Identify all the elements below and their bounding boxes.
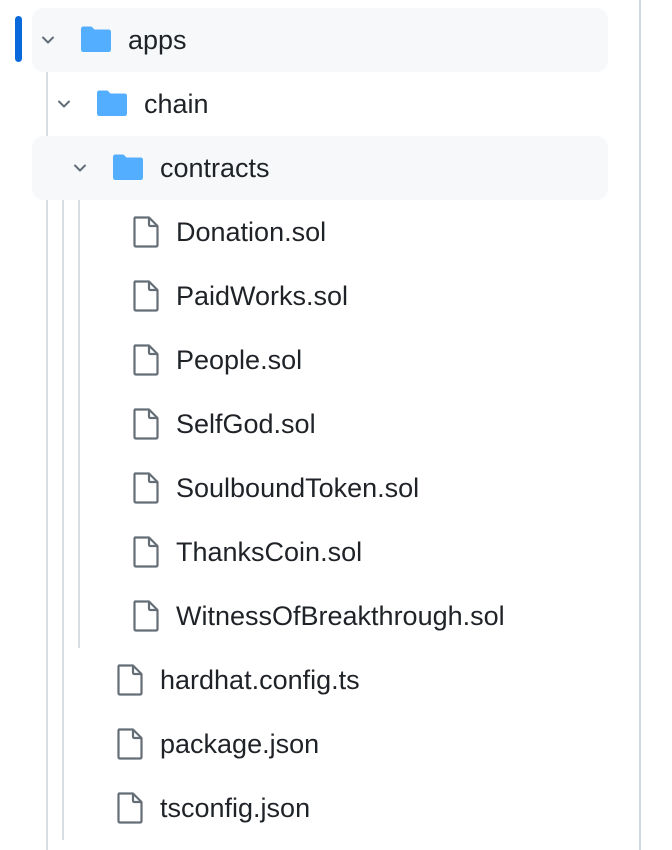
tree-item-contracts[interactable]: contracts (32, 136, 608, 200)
file-icon (133, 344, 159, 376)
file-icon (117, 664, 143, 696)
tree-item-file[interactable]: tsconfig.json (64, 776, 608, 840)
panel-divider[interactable] (639, 0, 641, 850)
tree-item-label: SelfGod.sol (176, 409, 316, 439)
tree-item-label: SoulboundToken.sol (176, 473, 420, 503)
file-icon (133, 408, 159, 440)
tree-item-file[interactable]: package.json (64, 712, 608, 776)
tree-item-chain[interactable]: chain (48, 72, 608, 136)
file-icon (133, 536, 159, 568)
tree-item-label: apps (128, 25, 187, 55)
tree-item-file[interactable]: ThanksCoin.sol (80, 520, 608, 584)
folder-icon (97, 90, 127, 116)
tree-item-label: WitnessOfBreakthrough.sol (176, 601, 505, 631)
file-tree: apps chain contracts Donation.sol PaidWo… (0, 0, 672, 850)
tree-item-label: tsconfig.json (160, 793, 311, 823)
file-icon (117, 792, 143, 824)
chevron-down-icon[interactable] (54, 94, 74, 114)
chevron-down-icon[interactable] (70, 158, 90, 178)
tree-item-file[interactable]: SelfGod.sol (80, 392, 608, 456)
tree-item-file[interactable]: Donation.sol (80, 200, 608, 264)
file-icon (133, 600, 159, 632)
chevron-down-icon[interactable] (38, 30, 58, 50)
tree-item-label: Donation.sol (176, 217, 327, 247)
tree-item-label: ThanksCoin.sol (176, 537, 363, 567)
file-icon (133, 216, 159, 248)
tree-item-apps[interactable]: apps (32, 8, 608, 72)
folder-icon (81, 26, 111, 52)
tree-item-label: package.json (160, 729, 320, 759)
file-icon (117, 728, 143, 760)
tree-item-label: People.sol (176, 345, 303, 375)
tree-item-file[interactable]: SoulboundToken.sol (80, 456, 608, 520)
tree-item-file[interactable]: People.sol (80, 328, 608, 392)
tree-item-label: hardhat.config.ts (160, 665, 360, 695)
tree-item-file[interactable]: PaidWorks.sol (80, 264, 608, 328)
active-item-indicator (15, 16, 22, 62)
file-icon (133, 472, 159, 504)
tree-item-label: chain (144, 89, 209, 119)
tree-item-file[interactable]: hardhat.config.ts (64, 648, 608, 712)
folder-icon (113, 154, 143, 180)
tree-item-file[interactable]: WitnessOfBreakthrough.sol (80, 584, 608, 648)
tree-item-label: contracts (160, 153, 270, 183)
tree-item-label: PaidWorks.sol (176, 281, 349, 311)
file-icon (133, 280, 159, 312)
